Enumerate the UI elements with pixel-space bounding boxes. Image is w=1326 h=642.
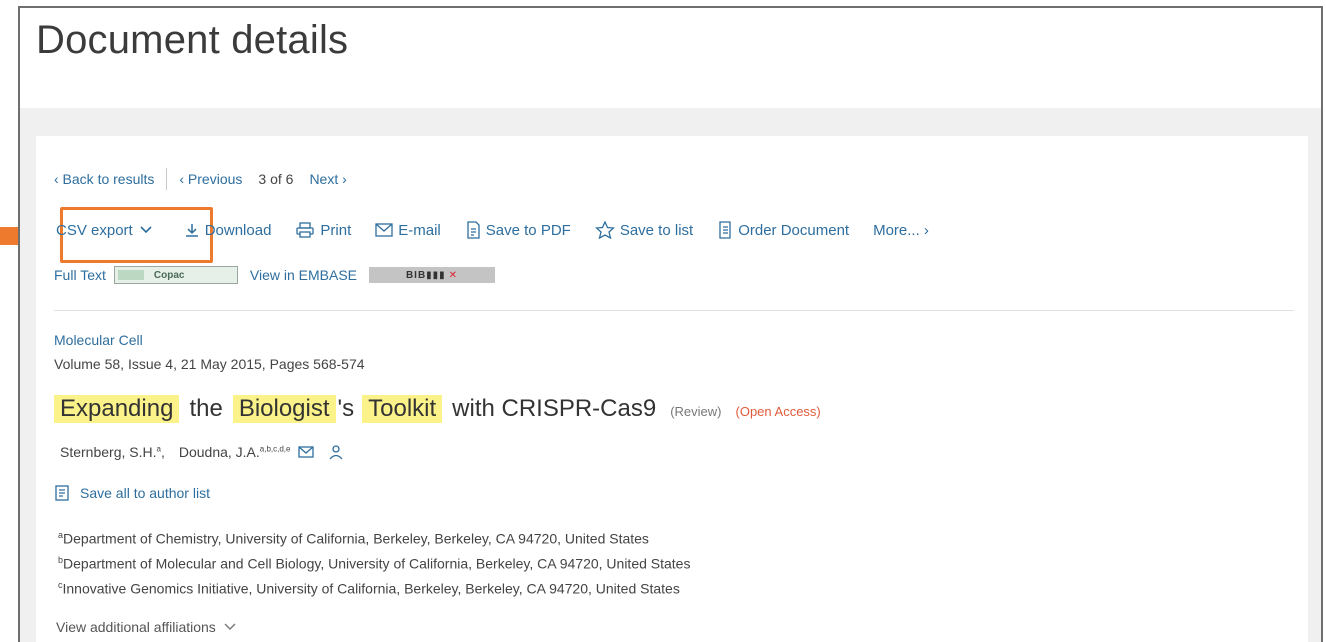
section-divider bbox=[54, 310, 1294, 311]
author-link[interactable]: Sternberg, S.H.a, bbox=[60, 444, 165, 460]
arrow-icon bbox=[117, 270, 144, 280]
bib-label: BIB▮▮▮ bbox=[405, 269, 446, 281]
page-title: Document details bbox=[36, 18, 349, 62]
copac-link[interactable]: Copac bbox=[113, 266, 238, 284]
save-to-list-button[interactable]: Save to list bbox=[594, 221, 694, 239]
title-text: with CRISPR-Cas9 bbox=[452, 395, 657, 422]
save-to-pdf-label: Save to PDF bbox=[485, 221, 571, 239]
close-icon: ✕ bbox=[448, 269, 459, 281]
next-link[interactable]: Next › bbox=[309, 171, 346, 187]
email-icon[interactable] bbox=[298, 446, 315, 458]
affiliation: cInnovative Genomics Initiative, Univers… bbox=[58, 580, 680, 597]
title-highlight: Expanding bbox=[54, 395, 180, 423]
author-list: Sternberg, S.H.a, Doudna, J.A.a,b,c,d,e bbox=[60, 444, 344, 460]
view-additional-affiliations-link[interactable]: View additional affiliations bbox=[56, 619, 236, 635]
affiliation: bDepartment of Molecular and Cell Biolog… bbox=[58, 555, 691, 572]
view-aff-label: View additional affiliations bbox=[56, 619, 216, 635]
email-button[interactable]: E-mail bbox=[375, 222, 441, 239]
save-to-list-label: Save to list bbox=[619, 221, 694, 239]
title-text: 's bbox=[337, 395, 355, 422]
email-icon bbox=[375, 223, 393, 237]
previous-link[interactable]: ‹ Previous bbox=[179, 171, 242, 187]
view-in-embase-link[interactable]: View in EMBASE bbox=[250, 267, 357, 283]
email-label: E-mail bbox=[398, 221, 441, 239]
title-text: the bbox=[189, 395, 223, 422]
nav-divider bbox=[166, 168, 168, 190]
author-list-icon bbox=[55, 485, 69, 501]
full-text-row: Full Text Copac View in EMBASE BIB▮▮▮ ✕ bbox=[54, 266, 495, 284]
full-text-label: Full Text bbox=[54, 267, 106, 283]
person-icon[interactable] bbox=[328, 444, 344, 460]
more-button[interactable]: More... › bbox=[873, 222, 929, 239]
action-toolbar: CSV export Download Print E-mail Save to… bbox=[56, 221, 953, 239]
bib-link[interactable]: BIB▮▮▮ ✕ bbox=[369, 267, 495, 283]
download-label: Download bbox=[204, 221, 272, 239]
more-label: More... › bbox=[873, 221, 929, 239]
volume-info: Volume 58, Issue 4, 21 May 2015, Pages 5… bbox=[54, 356, 365, 372]
save-author-label: Save all to author list bbox=[80, 485, 210, 501]
download-icon bbox=[185, 224, 198, 237]
title-highlight: Toolkit bbox=[362, 395, 443, 423]
print-button[interactable]: Print bbox=[295, 222, 351, 239]
affiliation: aDepartment of Chemistry, University of … bbox=[58, 530, 649, 547]
copac-label: Copac bbox=[153, 269, 185, 281]
author-link[interactable]: Doudna, J.A.a,b,c,d,e bbox=[179, 444, 291, 460]
document-title: Expanding the Biologist 's Toolkit with … bbox=[54, 395, 821, 423]
print-icon bbox=[296, 222, 315, 238]
order-icon bbox=[719, 221, 731, 239]
open-access-tag: (Open Access) bbox=[735, 404, 821, 419]
back-to-results-link[interactable]: ‹ Back to results bbox=[54, 171, 154, 187]
result-navigation: ‹ Back to results ‹ Previous 3 of 6 Next… bbox=[54, 168, 347, 190]
csv-export-button[interactable]: CSV export bbox=[56, 222, 158, 239]
save-all-to-author-list-link[interactable]: Save all to author list bbox=[54, 484, 210, 502]
csv-export-label: CSV export bbox=[56, 221, 133, 239]
title-highlight: Biologist bbox=[232, 395, 336, 423]
pdf-icon bbox=[467, 221, 480, 239]
chevron-down-icon bbox=[140, 226, 152, 234]
review-tag: (Review) bbox=[670, 404, 722, 419]
journal-link[interactable]: Molecular Cell bbox=[54, 332, 143, 348]
star-icon bbox=[594, 221, 615, 239]
order-document-label: Order Document bbox=[738, 221, 850, 239]
save-to-pdf-button[interactable]: Save to PDF bbox=[465, 221, 571, 239]
download-button[interactable]: Download bbox=[184, 221, 272, 239]
result-position: 3 of 6 bbox=[258, 171, 294, 187]
order-document-button[interactable]: Order Document bbox=[717, 221, 849, 239]
chevron-down-icon bbox=[224, 623, 236, 630]
print-label: Print bbox=[320, 221, 352, 239]
